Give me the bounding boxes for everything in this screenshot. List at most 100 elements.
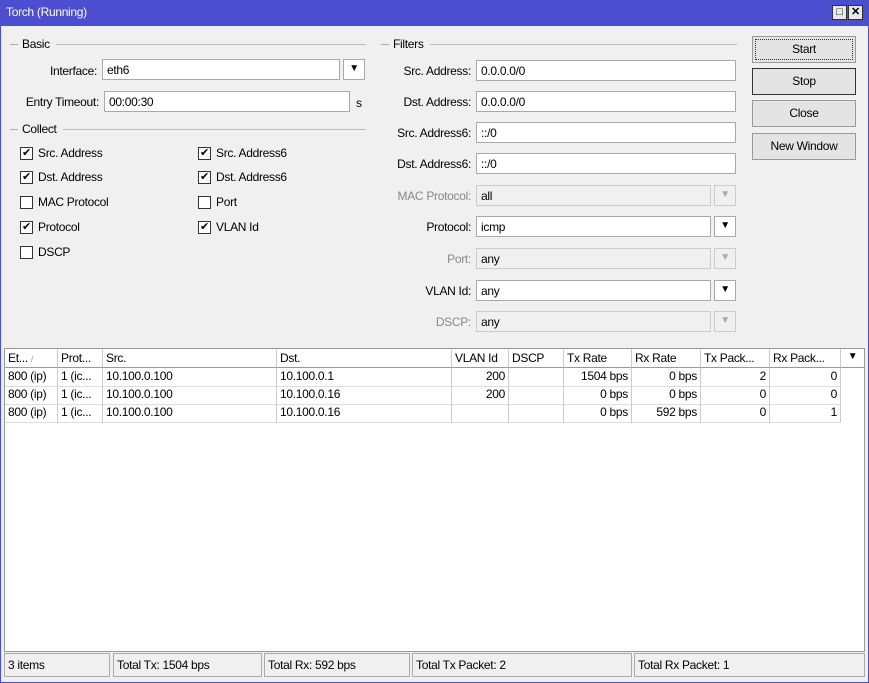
dscp-label: DSCP: [435, 315, 471, 329]
dst-address-field[interactable]: 0.0.0.0/0 [476, 91, 736, 112]
port-label: Port: [447, 252, 471, 266]
vlan-id-field[interactable]: any [476, 280, 711, 301]
collect-mac-protocol-checkbox[interactable]: MAC Protocol [20, 195, 109, 209]
maximize-icon[interactable]: □ [832, 5, 847, 20]
basic-group: Basic [10, 37, 366, 51]
column-header[interactable]: Tx Rate [564, 349, 632, 368]
checkbox-label: Src. Address [38, 146, 103, 160]
column-menu-icon[interactable]: ▼ [841, 349, 864, 368]
checkbox-label: Port [216, 195, 237, 209]
column-header[interactable]: DSCP [509, 349, 564, 368]
collect-dscp-checkbox[interactable]: DSCP [20, 245, 70, 259]
port-dropdown-icon: ▼ [714, 248, 736, 269]
entry-timeout-label: Entry Timeout: [25, 95, 99, 109]
checkbox-label: MAC Protocol [38, 195, 109, 209]
table-row[interactable]: 800 (ip) 1 (ic... 10.100.0.100 10.100.0.1 20… [5, 368, 841, 387]
status-total-rx-packet: Total Rx Packet: 1 [634, 653, 865, 677]
stop-button[interactable]: Stop [752, 68, 856, 95]
table-row[interactable]: 800 (ip) 1 (ic... 10.100.0.100 10.100.0.16 2… [5, 386, 841, 405]
close-button[interactable]: Close [752, 100, 856, 127]
column-header-label: Rx Pack... [773, 351, 825, 365]
column-header[interactable]: Tx Pack... [701, 349, 770, 368]
status-items: 3 items [4, 653, 110, 677]
src-address6-label: Src. Address6: [397, 126, 471, 140]
window-title: Torch (Running) [6, 5, 87, 19]
vlan-id-label: VLAN Id: [425, 284, 471, 298]
table-cell: 0 [770, 386, 841, 405]
column-header[interactable]: Prot... [58, 349, 103, 368]
filters-group-label: Filters [393, 37, 424, 51]
column-header[interactable]: Src. [103, 349, 277, 368]
table-cell: 0 [770, 368, 841, 387]
checkbox-icon[interactable]: ✔ [20, 146, 33, 160]
table-cell [452, 404, 509, 423]
collect-src-address6-checkbox[interactable]: ✔ Src. Address6 [198, 146, 287, 160]
column-header[interactable]: Rx Rate [632, 349, 701, 368]
dst-address6-label: Dst. Address6: [397, 157, 471, 171]
sort-indicator-icon: / [30, 354, 34, 364]
column-header-label: Tx Rate [567, 351, 607, 365]
table-cell [509, 368, 564, 387]
protocol-field[interactable]: icmp [476, 216, 711, 237]
checkbox-icon[interactable]: ✔ [198, 220, 211, 234]
start-button[interactable]: Start [752, 36, 856, 63]
checkbox-label: Dst. Address6 [216, 170, 287, 184]
status-total-tx-packet: Total Tx Packet: 2 [412, 653, 632, 677]
table-cell [509, 404, 564, 423]
entry-timeout-field[interactable]: 00:00:30 [104, 91, 350, 112]
torch-table[interactable]: ▼ Et... / Prot... Src. Dst. VLAN Id DSCP Tx Ra… [4, 348, 865, 652]
checkbox-icon[interactable] [20, 195, 33, 209]
table-cell: 1504 bps [564, 368, 632, 387]
collect-port-checkbox[interactable]: Port [198, 195, 237, 209]
vlan-id-dropdown-icon[interactable]: ▼ [714, 280, 736, 301]
table-cell: 592 bps [632, 404, 701, 423]
dst-address6-field[interactable]: ::/0 [476, 153, 736, 174]
table-cell: 800 (ip) [5, 368, 58, 387]
table-cell: 800 (ip) [5, 386, 58, 405]
interface-field[interactable]: eth6 [102, 59, 340, 80]
checkbox-label: DSCP [38, 245, 71, 259]
column-header-label: Tx Pack... [704, 351, 755, 365]
table-cell: 0 [701, 386, 770, 405]
checkbox-icon[interactable]: ✔ [198, 146, 211, 160]
new-window-button[interactable]: New Window [752, 133, 856, 160]
checkbox-icon[interactable] [198, 195, 211, 209]
timeout-unit: s [356, 96, 362, 110]
column-header-label: Et... [8, 351, 28, 365]
checkbox-icon[interactable]: ✔ [20, 220, 33, 234]
table-cell: 200 [452, 368, 509, 387]
column-header-label: VLAN Id [455, 351, 498, 365]
table-cell: 1 [770, 404, 841, 423]
table-cell: 10.100.0.1 [277, 368, 452, 387]
dscp-field: any [476, 311, 711, 332]
column-header[interactable]: VLAN Id [452, 349, 509, 368]
column-header-label: Dst. [280, 351, 301, 365]
table-cell: 0 bps [564, 404, 632, 423]
checkbox-label: Dst. Address [38, 170, 103, 184]
column-header[interactable]: Rx Pack... [770, 349, 841, 368]
column-header-label: DSCP [512, 351, 545, 365]
checkbox-icon[interactable] [20, 245, 33, 259]
src-address-field[interactable]: 0.0.0.0/0 [476, 60, 736, 81]
src-address6-field[interactable]: ::/0 [476, 122, 736, 143]
collect-dst-address6-checkbox[interactable]: ✔ Dst. Address6 [198, 170, 287, 184]
table-cell: 0 [701, 404, 770, 423]
status-total-tx: Total Tx: 1504 bps [113, 653, 262, 677]
checkbox-icon[interactable]: ✔ [198, 170, 211, 184]
close-icon[interactable]: ✕ [848, 5, 863, 20]
collect-src-address-checkbox[interactable]: ✔ Src. Address [20, 146, 103, 160]
filters-group: Filters [381, 37, 737, 51]
table-row[interactable]: 800 (ip) 1 (ic... 10.100.0.100 10.100.0.16 0… [5, 404, 841, 423]
column-header[interactable]: Dst. [277, 349, 452, 368]
column-header[interactable]: Et... / [5, 349, 58, 368]
collect-vlan-id-checkbox[interactable]: ✔ VLAN Id [198, 220, 259, 234]
mac-protocol-field: all [476, 185, 711, 206]
protocol-dropdown-icon[interactable]: ▼ [714, 216, 736, 237]
interface-dropdown-icon[interactable]: ▼ [343, 59, 365, 80]
checkbox-icon[interactable]: ✔ [20, 170, 33, 184]
checkbox-label: Src. Address6 [216, 146, 287, 160]
table-cell: 10.100.0.100 [103, 404, 277, 423]
table-cell: 800 (ip) [5, 404, 58, 423]
collect-protocol-checkbox[interactable]: ✔ Protocol [20, 220, 80, 234]
collect-dst-address-checkbox[interactable]: ✔ Dst. Address [20, 170, 103, 184]
